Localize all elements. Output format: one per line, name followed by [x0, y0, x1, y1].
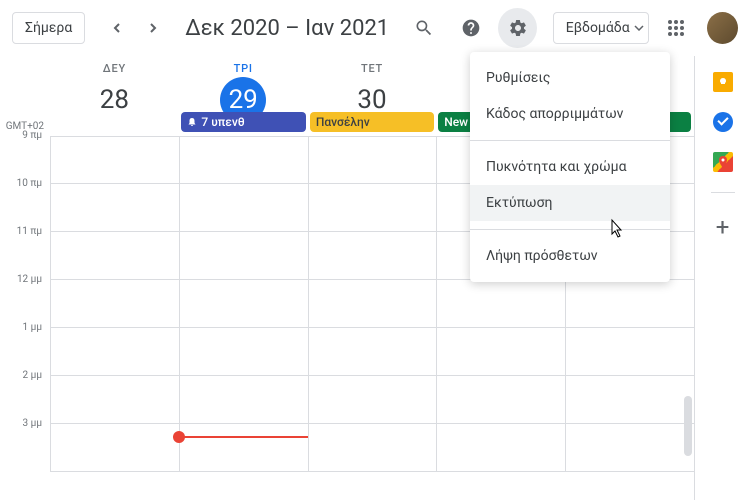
tasks-app-icon[interactable] — [713, 112, 733, 132]
grid-col[interactable] — [179, 136, 308, 472]
gear-icon — [508, 18, 528, 38]
now-indicator-dot — [173, 431, 185, 443]
chevron-right-icon — [148, 23, 158, 33]
event-label: 7 υπενθ — [201, 112, 244, 132]
time-column: GMT+02 9 πμ 10 πμ 11 πμ 12 μμ 1 μμ 2 μμ … — [0, 56, 50, 500]
day-name: ΤΡΙ — [179, 62, 308, 75]
view-label: Εβδομάδα — [566, 20, 630, 36]
day-name: ΤΕΤ — [308, 62, 437, 75]
apps-grid-icon — [667, 19, 685, 37]
side-panel: + — [694, 56, 750, 500]
view-selector[interactable]: Εβδομάδα — [553, 12, 649, 44]
day-name: ΔΕΥ — [50, 62, 179, 75]
timezone-label: GMT+02 — [0, 56, 50, 136]
chevron-down-icon — [634, 25, 644, 31]
lightbulb-icon — [718, 77, 728, 87]
time-label: 9 πμ — [0, 130, 50, 178]
search-button[interactable] — [405, 8, 444, 48]
keep-app-icon[interactable] — [713, 72, 733, 92]
pin-icon — [719, 156, 727, 168]
panel-divider — [711, 192, 735, 193]
menu-item-addons[interactable]: Λήψη πρόσθετων — [470, 238, 670, 274]
time-label: 2 μμ — [0, 370, 50, 418]
day-header[interactable]: ΤΡΙ 29 — [179, 56, 308, 112]
today-button[interactable]: Σήμερα — [12, 12, 85, 44]
apps-button[interactable] — [657, 8, 696, 48]
scrollbar[interactable] — [682, 56, 694, 500]
event-label: Πανσέλην — [316, 112, 370, 132]
menu-item-density[interactable]: Πυκνότητα και χρώμα — [470, 149, 670, 185]
grid-col[interactable] — [50, 136, 179, 472]
nav-arrows — [101, 12, 169, 44]
chevron-left-icon — [112, 23, 122, 33]
day-header[interactable]: ΤΕΤ 30 — [308, 56, 437, 112]
now-indicator — [179, 436, 308, 438]
menu-item-settings[interactable]: Ρυθμίσεις — [470, 60, 670, 96]
avatar[interactable] — [707, 12, 738, 44]
next-button[interactable] — [137, 12, 169, 44]
app-header: Σήμερα Δεκ 2020 – Ιαν 2021 Εβδομάδα — [0, 0, 750, 56]
help-icon — [461, 18, 481, 38]
time-label: 11 πμ — [0, 226, 50, 274]
help-button[interactable] — [452, 8, 491, 48]
settings-button[interactable] — [498, 8, 537, 48]
search-icon — [414, 18, 434, 38]
maps-app-icon[interactable] — [713, 152, 733, 172]
time-label: 3 μμ — [0, 418, 50, 466]
menu-item-print[interactable]: Εκτύπωση — [470, 185, 670, 221]
date-range: Δεκ 2020 – Ιαν 2021 — [185, 16, 389, 41]
menu-item-trash[interactable]: Κάδος απορριμμάτων — [470, 96, 670, 132]
time-label: 10 πμ — [0, 178, 50, 226]
grid-col[interactable] — [308, 136, 437, 472]
add-addon-button[interactable]: + — [716, 213, 730, 241]
event-chip[interactable]: Πανσέλην — [310, 112, 434, 132]
menu-divider — [470, 140, 670, 141]
time-label: 1 μμ — [0, 322, 50, 370]
day-header[interactable]: ΔΕΥ 28 — [50, 56, 179, 112]
scrollbar-thumb[interactable] — [684, 396, 692, 456]
prev-button[interactable] — [101, 12, 133, 44]
settings-menu: Ρυθμίσεις Κάδος απορριμμάτων Πυκνότητα κ… — [470, 52, 670, 282]
event-chip[interactable]: 7 υπενθ — [181, 112, 305, 132]
menu-divider — [470, 229, 670, 230]
bell-icon — [187, 117, 197, 127]
time-label: 12 μμ — [0, 274, 50, 322]
